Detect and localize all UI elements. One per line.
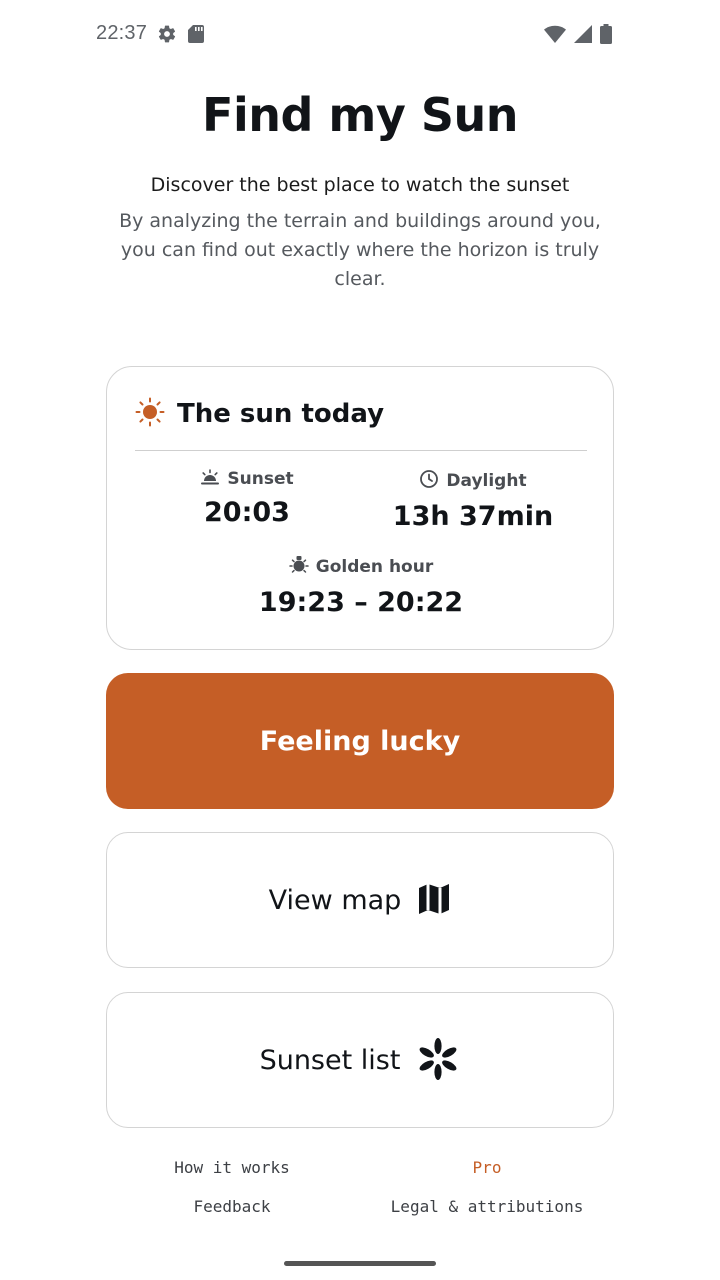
legal-attributions-link[interactable]: Legal & attributions	[372, 1197, 602, 1216]
status-right	[544, 24, 612, 44]
golden-label-row: Golden hour	[211, 555, 511, 579]
page-title: Find my Sun	[202, 88, 518, 142]
sparkle-icon	[416, 1037, 460, 1084]
sunset-list-label: Sunset list	[259, 1044, 401, 1076]
golden-hour-stat: Golden hour 19:23 – 20:22	[211, 555, 511, 618]
sunset-label-row: Sunset	[147, 469, 347, 489]
wifi-icon	[544, 25, 566, 43]
view-map-label: View map	[268, 884, 402, 916]
status-bar: 22:37	[0, 22, 720, 52]
sunset-list-button[interactable]: Sunset list	[106, 992, 614, 1128]
how-it-works-link[interactable]: How it works	[132, 1158, 332, 1177]
sun-card-title: The sun today	[177, 399, 385, 429]
feedback-link[interactable]: Feedback	[132, 1197, 332, 1216]
sunset-label: Sunset	[227, 469, 294, 489]
signal-icon	[574, 25, 592, 43]
sunset-icon	[200, 469, 220, 489]
feeling-lucky-label: Feeling lucky	[259, 725, 461, 757]
gesture-nav-handle[interactable]	[284, 1261, 436, 1266]
status-left: 22:37	[96, 22, 205, 45]
page-subtitle: Discover the best place to watch the sun…	[150, 174, 570, 196]
daylight-label-row: Daylight	[373, 469, 573, 493]
sunset-stat: Sunset 20:03	[147, 469, 347, 528]
battery-icon	[600, 24, 612, 44]
pro-link[interactable]: Pro	[387, 1158, 587, 1177]
golden-hour-label: Golden hour	[315, 557, 434, 577]
card-divider	[135, 450, 587, 451]
sun-today-card: The sun today Sunset 20:03 Daylight 13h …	[106, 366, 614, 650]
sun-icon	[135, 397, 165, 431]
sun-card-header: The sun today	[135, 397, 384, 431]
page-description: By analyzing the terrain and buildings a…	[119, 210, 601, 290]
status-time: 22:37	[96, 22, 148, 44]
daylight-label: Daylight	[446, 471, 527, 491]
lightbulb-icon	[289, 555, 309, 579]
sd-card-icon	[187, 24, 205, 44]
view-map-button[interactable]: View map	[106, 832, 614, 968]
daylight-value: 13h 37min	[392, 501, 554, 532]
gear-icon	[157, 24, 177, 44]
feeling-lucky-button[interactable]: Feeling lucky	[106, 673, 614, 809]
sunset-value: 20:03	[204, 497, 290, 528]
clock-icon	[419, 469, 439, 493]
map-icon	[417, 882, 451, 919]
golden-hour-value: 19:23 – 20:22	[258, 587, 464, 618]
daylight-stat: Daylight 13h 37min	[373, 469, 573, 532]
